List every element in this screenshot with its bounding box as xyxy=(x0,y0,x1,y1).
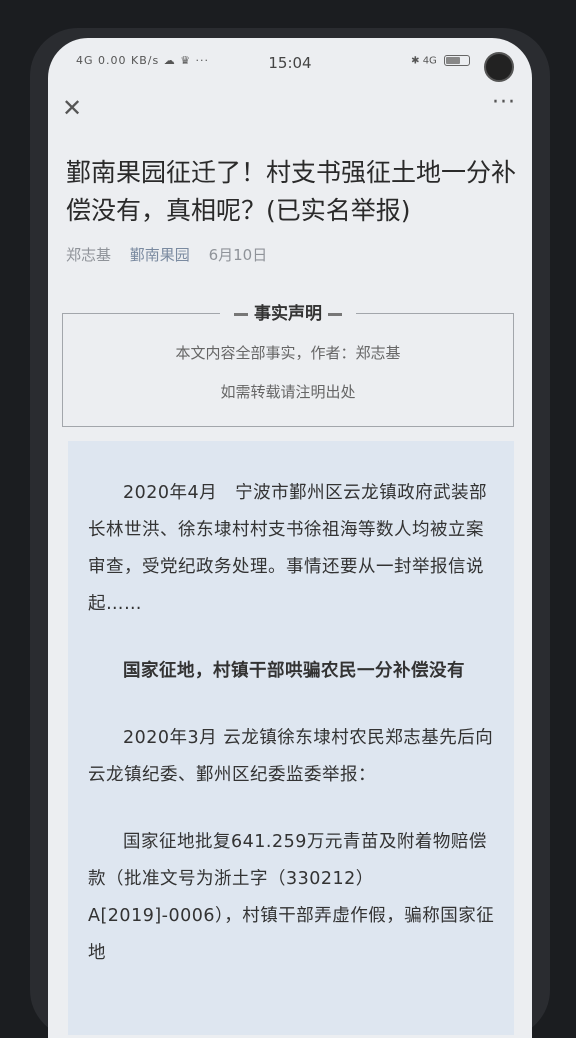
more-options-icon[interactable]: ··· xyxy=(492,90,516,115)
front-camera xyxy=(484,52,514,82)
fact-statement-line-1: 本文内容全部事实，作者：郑志基 xyxy=(175,344,401,362)
body-paragraph-3: 国家征地批复641.259万元青苗及附着物赔偿款（批准文号为浙土字（330212… xyxy=(88,832,495,963)
fact-statement-heading-text: 事实声明 xyxy=(254,304,322,324)
fact-statement-box: 事实声明 本文内容全部事实，作者：郑志基 如需转载请注明出处 xyxy=(62,299,514,427)
fact-statement-line-2: 如需转载请注明出处 xyxy=(220,383,356,401)
phone-screen: 4G 0.00 KB/s ☁ ♛ ··· 15:04 ✱ 4G ✕ ··· 鄞南… xyxy=(48,38,532,1038)
body-paragraph-1: 2020年4月 宁波市鄞州区云龙镇政府武装部长林世洪、徐东埭村村支书徐祖海等数人… xyxy=(88,483,488,614)
article-author: 郑志基 xyxy=(66,246,112,264)
bluetooth-signal-icons: ✱ 4G xyxy=(411,55,437,67)
article-date: 6月10日 xyxy=(208,246,268,264)
divider-bar-right xyxy=(328,312,342,316)
status-right-icons: ✱ 4G xyxy=(411,55,470,67)
article-meta: 郑志基 鄞南果园 6月10日 xyxy=(66,244,514,265)
fact-statement-heading: 事实声明 xyxy=(220,299,356,324)
status-bar: 4G 0.00 KB/s ☁ ♛ ··· 15:04 ✱ 4G xyxy=(48,38,532,88)
close-icon[interactable]: ✕ xyxy=(62,94,82,122)
account-name-link[interactable]: 鄞南果园 xyxy=(130,246,190,264)
divider-bar-left xyxy=(234,312,248,316)
battery-icon xyxy=(444,55,470,66)
body-paragraph-2: 2020年3月 云龙镇徐东埭村农民郑志基先后向云龙镇纪委、鄞州区纪委监委举报： xyxy=(88,728,494,785)
nav-bar: ✕ ··· xyxy=(48,88,532,132)
body-subheading: 国家征地，村镇干部哄骗农民一分补偿没有 xyxy=(123,661,465,681)
article-body: 2020年4月 宁波市鄞州区云龙镇政府武装部长林世洪、徐东埭村村支书徐祖海等数人… xyxy=(68,441,514,1035)
article-title: 鄞南果园征迁了！村支书强征土地一分补偿没有，真相呢？(已实名举报) xyxy=(66,158,517,225)
